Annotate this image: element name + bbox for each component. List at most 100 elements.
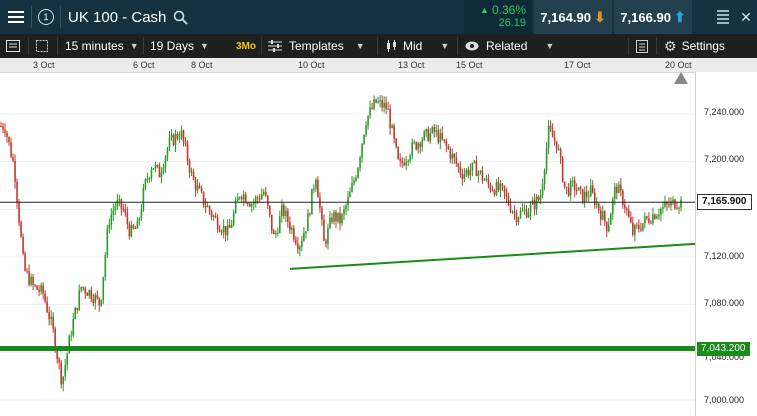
candle-body bbox=[258, 198, 261, 200]
candle-body bbox=[86, 293, 89, 296]
top-bar: 1 UK 100 - Cash ▲ 0.36% 26.19 7,164.90 ⬇… bbox=[0, 0, 757, 34]
candle-body bbox=[192, 171, 195, 180]
candle-body bbox=[126, 213, 129, 225]
chevron-down-icon: ▼ bbox=[129, 41, 139, 51]
candle-body bbox=[599, 210, 602, 220]
candle-body bbox=[674, 199, 676, 209]
separator bbox=[31, 6, 32, 28]
candle-body bbox=[76, 307, 79, 310]
sell-price: 7,164.90 bbox=[540, 9, 591, 25]
candle-body bbox=[389, 108, 391, 128]
candle-body bbox=[363, 134, 365, 144]
price-chart[interactable] bbox=[0, 72, 695, 416]
candle-body bbox=[200, 188, 203, 192]
candle-body bbox=[44, 293, 46, 302]
settings-button[interactable]: ⚙ Settings bbox=[664, 34, 725, 58]
candle-body bbox=[254, 197, 257, 203]
candle-body bbox=[567, 187, 570, 196]
candle-body bbox=[583, 191, 586, 203]
candle-body bbox=[393, 125, 395, 139]
document-icon bbox=[636, 39, 648, 53]
candle-body bbox=[543, 170, 546, 185]
candle-body bbox=[8, 137, 10, 143]
candle-body bbox=[295, 239, 297, 244]
candle-body bbox=[92, 299, 95, 304]
candle-body bbox=[668, 203, 670, 206]
date-label: 20 Oct bbox=[665, 60, 692, 70]
candle-body bbox=[343, 209, 345, 215]
candle-body bbox=[644, 216, 646, 224]
menu-icon[interactable] bbox=[4, 0, 28, 34]
candle-body bbox=[82, 286, 85, 289]
candle-body bbox=[26, 270, 28, 272]
candle-body bbox=[381, 100, 383, 108]
candle-body bbox=[74, 307, 77, 320]
interval-label: 15 minutes bbox=[65, 39, 124, 53]
candle-body bbox=[521, 210, 524, 212]
candle-body bbox=[64, 365, 66, 377]
candle-body bbox=[232, 212, 235, 225]
candle-body bbox=[680, 199, 682, 208]
candle-body bbox=[511, 211, 514, 213]
candle-body bbox=[585, 191, 588, 197]
candle-body bbox=[194, 179, 197, 191]
candle-body bbox=[513, 211, 516, 213]
related-dropdown[interactable]: Related ▼ bbox=[465, 34, 554, 58]
close-icon[interactable]: ✕ bbox=[737, 0, 755, 34]
candle-body bbox=[505, 192, 508, 197]
buy-button[interactable]: 7,166.90 ⬆ bbox=[614, 0, 692, 34]
candle-body bbox=[134, 228, 137, 230]
candle-body bbox=[648, 218, 650, 223]
candle-body bbox=[455, 157, 458, 164]
price-type-dropdown[interactable]: Mid ▼ bbox=[386, 34, 449, 58]
candle-body bbox=[601, 211, 604, 220]
candle-body bbox=[291, 228, 293, 230]
candle-body bbox=[479, 170, 482, 173]
interval-dropdown[interactable]: 15 minutes ▼ bbox=[65, 34, 139, 58]
templates-button[interactable]: Templates ▼ bbox=[268, 34, 365, 58]
sell-button[interactable]: 7,164.90 ⬇ bbox=[534, 0, 612, 34]
candle-body bbox=[138, 218, 141, 221]
separator bbox=[143, 37, 144, 55]
candle-body bbox=[136, 220, 139, 229]
notes-icon[interactable] bbox=[636, 34, 648, 58]
grid-icon[interactable] bbox=[36, 34, 48, 58]
candle-body bbox=[20, 222, 22, 237]
candle-body bbox=[439, 133, 442, 143]
info-icon[interactable]: 1 bbox=[36, 0, 56, 34]
panel-icon bbox=[6, 40, 20, 52]
range-dropdown[interactable]: 19 Days ▼ bbox=[150, 34, 209, 58]
search-icon[interactable] bbox=[170, 0, 190, 34]
range-badge[interactable]: 3Mo bbox=[236, 34, 256, 58]
candle-body bbox=[523, 209, 526, 211]
candle-body bbox=[132, 225, 135, 229]
candle-body bbox=[42, 285, 44, 294]
candle-body bbox=[616, 186, 618, 193]
candle-body bbox=[371, 107, 373, 109]
candle-body bbox=[541, 184, 544, 196]
candle-body bbox=[50, 316, 52, 320]
candle-body bbox=[337, 212, 339, 222]
candle-body bbox=[230, 224, 233, 228]
candle-body bbox=[435, 130, 438, 132]
settings-label: Settings bbox=[681, 39, 725, 53]
candle-body bbox=[355, 177, 357, 181]
candle-body bbox=[299, 246, 301, 250]
candle-body bbox=[218, 229, 221, 232]
candle-body bbox=[0, 125, 2, 127]
candle-body bbox=[517, 217, 520, 222]
candle-body bbox=[634, 225, 636, 235]
trend-line[interactable] bbox=[289, 242, 695, 270]
candle-body bbox=[387, 108, 389, 110]
date-label: 15 Oct bbox=[456, 60, 483, 70]
candle-body bbox=[391, 125, 393, 128]
candle-body bbox=[98, 297, 101, 306]
candle-body bbox=[628, 210, 630, 217]
candle-body bbox=[646, 216, 648, 219]
candle-body bbox=[246, 202, 249, 205]
candle-body bbox=[317, 179, 319, 198]
layout-icon[interactable] bbox=[6, 34, 20, 58]
candle-body bbox=[331, 217, 333, 222]
layout-list-icon[interactable] bbox=[714, 0, 732, 34]
candle-body bbox=[256, 197, 259, 199]
